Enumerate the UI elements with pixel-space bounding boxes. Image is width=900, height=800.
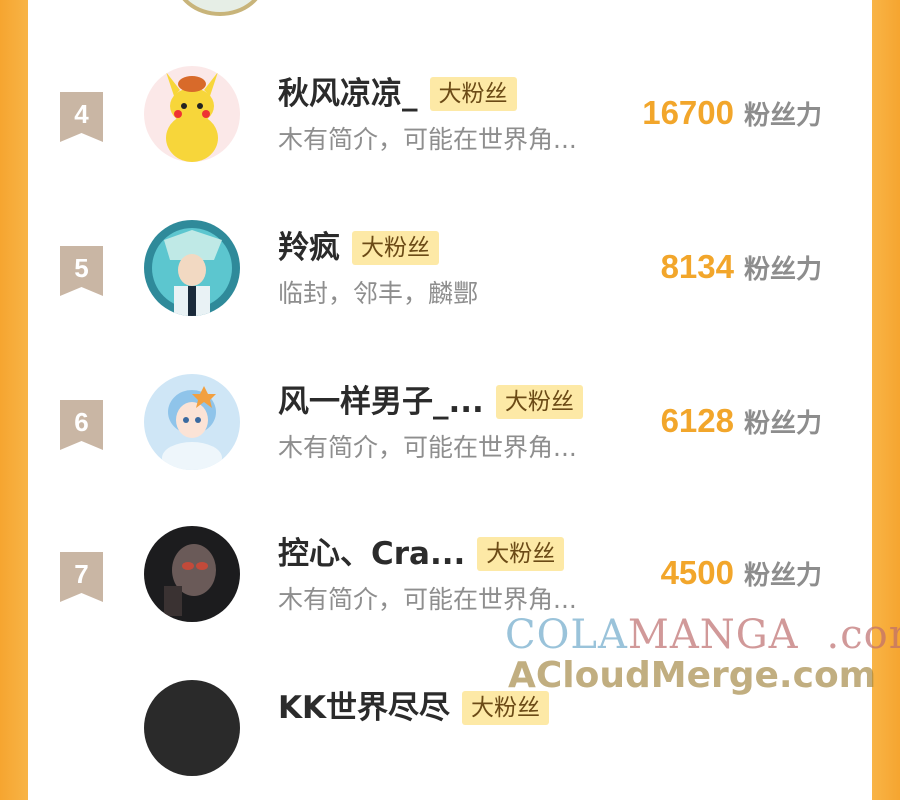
- fan-power-unit: 粉丝力: [743, 101, 822, 131]
- fan-power: 6128 粉丝力: [661, 402, 822, 440]
- user-name[interactable]: 控心、Cra... 大粉丝: [278, 534, 565, 574]
- fan-power-value: 8134: [660, 248, 734, 285]
- fan-power-unit: 粉丝力: [743, 409, 822, 439]
- avatar[interactable]: [144, 220, 240, 316]
- list-item[interactable]: 6 风一样男子_... 大粉丝 木有简介，可能在世界角... 6128 粉丝力: [28, 374, 872, 494]
- fan-badge: 大粉丝: [462, 691, 550, 725]
- ranking-panel: 4 秋风凉凉_ 大粉丝 木有简介，可能在世界角... 16700 粉丝力 5 羚…: [28, 0, 872, 776]
- rank-badge: 4: [60, 92, 103, 142]
- fan-power-value: 4500: [660, 554, 734, 591]
- fan-power-value: 6128: [660, 402, 734, 439]
- user-name[interactable]: 秋风凉凉_ 大粉丝: [278, 74, 517, 114]
- user-name[interactable]: 羚疯 大粉丝: [278, 228, 439, 268]
- fan-power-unit: 粉丝力: [743, 255, 822, 285]
- fan-badge: 大粉丝: [352, 231, 439, 265]
- fan-badge: 大粉丝: [495, 385, 583, 419]
- watermark-secondary: ACloudMerge.com: [508, 655, 877, 696]
- avatar[interactable]: [144, 526, 240, 622]
- fan-power-unit: 粉丝力: [743, 561, 822, 591]
- fan-badge: 大粉丝: [477, 537, 565, 571]
- fan-power-value: 16700: [642, 94, 734, 131]
- rank-badge: 6: [60, 400, 103, 450]
- avatar[interactable]: [144, 66, 240, 162]
- fan-power: 16700 粉丝力: [642, 94, 822, 132]
- user-bio: 木有简介，可能在世界角...: [278, 433, 577, 462]
- list-item[interactable]: 5 羚疯 大粉丝 临封，邻丰，麟酆 8134 粉丝力: [28, 220, 872, 340]
- fan-power: 4500 粉丝力: [661, 554, 822, 592]
- avatar[interactable]: [144, 374, 240, 470]
- user-bio: 木有简介，可能在世界角...: [278, 585, 577, 614]
- watermark: COLAMANGA.com: [505, 612, 900, 658]
- user-bio: 木有简介，可能在世界角...: [278, 125, 577, 154]
- fan-badge: 大粉丝: [429, 77, 517, 111]
- list-item[interactable]: KK世界尽尽 大粉丝: [28, 680, 872, 800]
- list-item[interactable]: 4 秋风凉凉_ 大粉丝 木有简介，可能在世界角... 16700 粉丝力: [28, 66, 872, 186]
- rank-badge: 7: [60, 552, 103, 602]
- user-bio: 临封，邻丰，麟酆: [278, 279, 479, 308]
- avatar[interactable]: [174, 0, 266, 16]
- user-name[interactable]: 风一样男子_... 大粉丝: [278, 382, 583, 422]
- fan-power: 8134 粉丝力: [661, 248, 822, 286]
- avatar[interactable]: [144, 680, 240, 776]
- rank-badge: 5: [60, 246, 103, 296]
